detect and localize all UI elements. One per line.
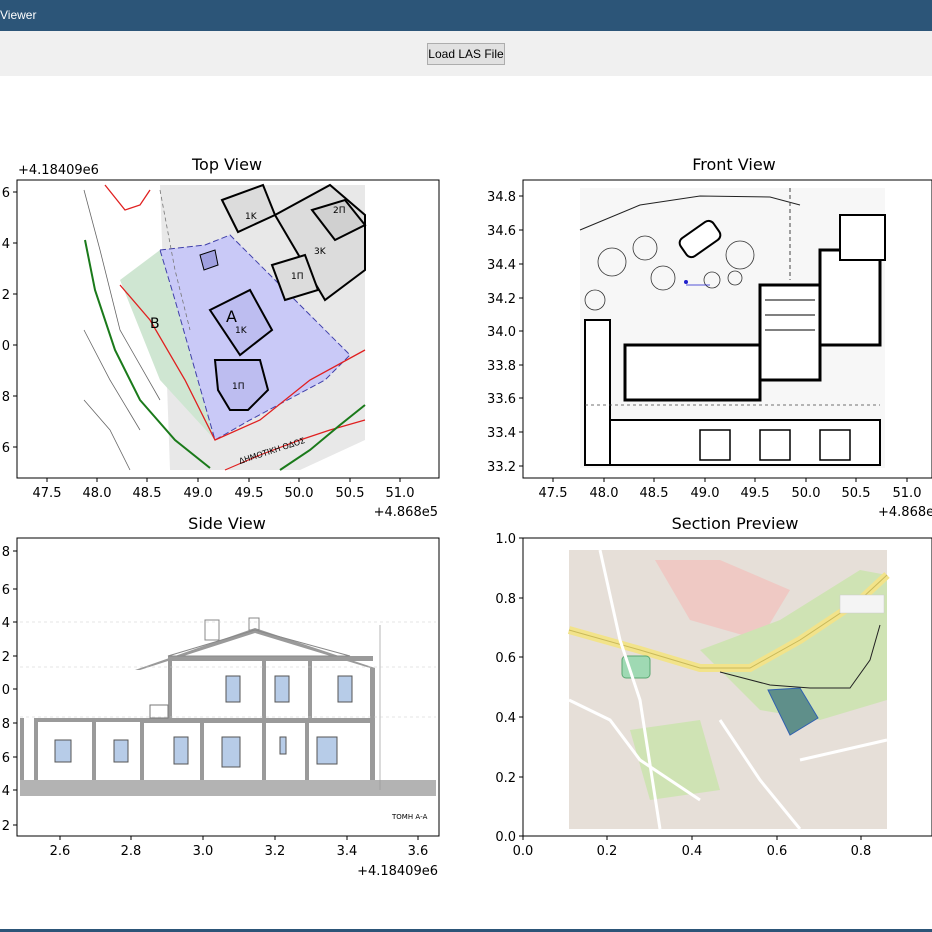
top-view-x-tick-label: 48.0: [83, 486, 112, 501]
side-view-x-tick-label: 3.6: [408, 844, 429, 859]
front-view-x-ticks: 47.5 48.0 48.5 49.0 49.5 50.0 50.5 51.0: [539, 478, 922, 501]
section-preview-y-tick-label: 0.8: [495, 592, 516, 607]
side-view-label-section: ΤΟΜΗ Α-Α: [391, 813, 428, 821]
side-view-title: Side View: [188, 514, 266, 533]
section-preview-image: [523, 538, 932, 836]
section-preview-y-ticks: 1.0 0.8 0.6 0.4 0.2 0.0: [495, 532, 523, 845]
top-view-label-1k-b: 1K: [235, 326, 248, 336]
front-view-plot: Front View 47.5 48.0 48.5 49.0 49.5 50.0…: [487, 155, 932, 520]
section-preview-title: Section Preview: [672, 514, 799, 533]
front-view-image: [523, 180, 932, 478]
section-preview-y-tick-label: 0.0: [495, 830, 516, 845]
section-preview-y-tick-label: 0.6: [495, 651, 516, 666]
top-view-label-1k-a: 1K: [245, 212, 258, 222]
section-preview-plot: Section Preview 0.0 0.2 0.4 0.6 0.8 1.00.80.…: [495, 514, 932, 859]
side-view-x-ticks: 2.6 2.8 3.0 3.2 3.4 3.6: [50, 836, 429, 859]
front-view-x-tick-label: 49.0: [691, 486, 720, 501]
top-view-y-tick-label: 6: [2, 186, 10, 201]
front-view-y-tick-label: 33.8: [487, 359, 516, 374]
top-view-y-tick-label: 2: [2, 288, 10, 303]
side-view-y-tick-label: 2: [2, 650, 10, 665]
front-view-x-offset: +4.868e: [878, 505, 932, 520]
top-view-x-tick-label: 47.5: [33, 486, 62, 501]
top-view-x-tick-label: 51.0: [386, 486, 415, 501]
section-preview-x-tick-label: 0.8: [851, 844, 872, 859]
front-view-y-tick-label: 34.2: [487, 292, 516, 307]
front-view-y-ticks: 34.8 34.6 34.4 34.2 34.0 33.8 33.6 33.4 33.2: [487, 190, 523, 475]
front-view-y-tick-label: 33.4: [487, 426, 516, 441]
side-view-y-tick-label: 8: [2, 717, 10, 732]
top-view-label-1p-b: 1Π: [232, 382, 245, 392]
side-view-y-tick-label: 8: [2, 545, 10, 560]
side-view-image: ΤΟΜΗ Α-Α: [17, 538, 439, 836]
top-view-label-1p-a: 1Π: [291, 272, 304, 282]
figure-canvas: Top View +4.18409e6 A B 1K 1K 2Π 3K 1Π 1…: [2, 155, 932, 879]
top-view-image: A B 1K 1K 2Π 3K 1Π 1Π ΔΗΜΟΤΙΚΗ ΟΔΟΣ: [17, 180, 439, 478]
section-preview-y-tick-label: 0.4: [495, 711, 516, 726]
front-view-y-tick-label: 33.6: [487, 392, 516, 407]
front-view-x-tick-label: 50.5: [842, 486, 871, 501]
side-view-y-tick-label: 6: [2, 751, 10, 766]
top-view-x-tick-label: 50.0: [285, 486, 314, 501]
top-view-y-tick-label: 4: [2, 237, 10, 252]
top-view-title: Top View: [191, 155, 262, 174]
section-preview-x-tick-label: 0.0: [513, 844, 534, 859]
top-view-label-b: B: [150, 316, 160, 332]
side-view-y-tick-label: 0: [2, 683, 10, 698]
side-view-x-tick-label: 3.0: [193, 844, 214, 859]
top-view-x-offset: +4.868e5: [374, 505, 438, 520]
section-preview-x-tick-label: 0.2: [597, 844, 618, 859]
side-view-x-offset: +4.18409e6: [357, 864, 438, 879]
front-view-y-tick-label: 34.6: [487, 224, 516, 239]
side-view-y-ticks: 8 6 4 2 0 8 6 4 2: [2, 545, 17, 834]
front-view-x-tick-label: 49.5: [741, 486, 770, 501]
top-view-x-tick-label: 50.5: [336, 486, 365, 501]
side-view-y-tick-label: 4: [2, 784, 10, 799]
section-preview-x-tick-label: 0.4: [682, 844, 703, 859]
top-view-x-tick-label: 49.0: [184, 486, 213, 501]
section-preview-y-tick-label: 1.0: [495, 532, 516, 547]
front-view-x-tick-label: 51.0: [893, 486, 922, 501]
front-view-x-tick-label: 48.5: [640, 486, 669, 501]
top-view-label-3k: 3K: [314, 247, 327, 257]
top-view-y-tick-label: 8: [2, 390, 10, 405]
front-view-y-tick-label: 34.0: [487, 325, 516, 340]
side-view-x-tick-label: 2.6: [50, 844, 71, 859]
top-view-label-a: A: [226, 307, 237, 326]
front-view-title: Front View: [692, 155, 776, 174]
side-view-x-tick-label: 3.4: [337, 844, 358, 859]
top-view-x-tick-label: 49.5: [235, 486, 264, 501]
front-view-y-tick-label: 33.2: [487, 460, 516, 475]
side-view-y-tick-label: 4: [2, 616, 10, 631]
top-view-plot: Top View +4.18409e6 A B 1K 1K 2Π 3K 1Π 1…: [2, 155, 440, 520]
top-view-label-2p: 2Π: [333, 206, 346, 216]
section-preview-x-tick-label: 0.6: [767, 844, 788, 859]
section-preview-x-ticks: 0.0 0.2 0.4 0.6 0.8: [513, 836, 872, 859]
side-view-y-tick-label: 2: [2, 819, 10, 834]
front-view-x-tick-label: 50.0: [792, 486, 821, 501]
side-view-x-tick-label: 3.2: [265, 844, 286, 859]
side-view-y-tick-label: 6: [2, 583, 10, 598]
side-view-plot: Side View ΤΟΜΗ Α-Α 2.6 2.8 3.0 3.2 3.4 3…: [2, 514, 440, 879]
top-view-x-tick-label: 48.5: [133, 486, 162, 501]
top-view-y-tick-label: 0: [2, 339, 10, 354]
top-view-y-tick-label: 6: [2, 441, 10, 456]
section-preview-y-tick-label: 0.2: [495, 771, 516, 786]
top-view-y-offset: +4.18409e6: [18, 163, 99, 178]
top-view-x-ticks: 47.5 48.0 48.5 49.0 49.5 50.0 50.5 51.0: [33, 478, 415, 501]
front-view-y-tick-label: 34.8: [487, 190, 516, 205]
side-view-x-tick-label: 2.8: [121, 844, 142, 859]
front-view-x-tick-label: 48.0: [590, 486, 619, 501]
top-view-y-ticks: 6 4 2 0 8 6: [2, 186, 17, 456]
front-view-x-tick-label: 47.5: [539, 486, 568, 501]
front-view-y-tick-label: 34.4: [487, 258, 516, 273]
